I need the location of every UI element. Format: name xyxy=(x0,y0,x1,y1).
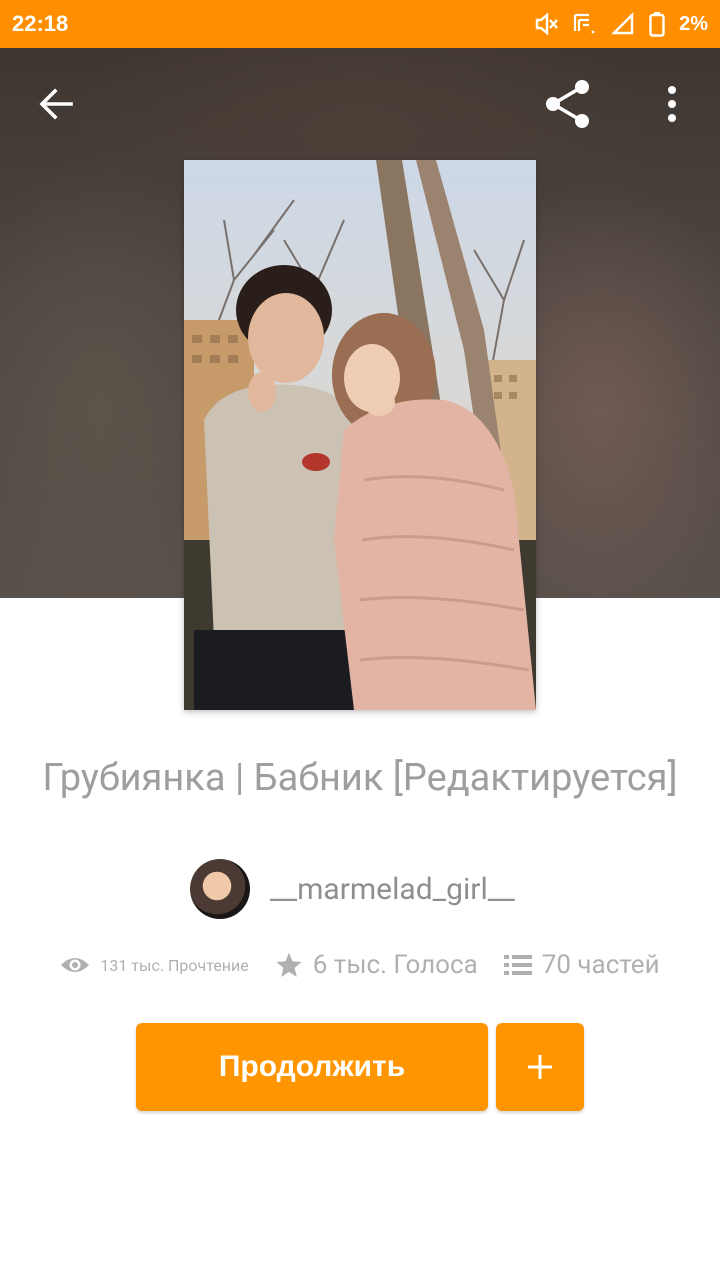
story-title: Грубиянка | Бабник [Редактируется] xyxy=(42,756,678,800)
more-vert-icon xyxy=(668,86,676,122)
author-avatar[interactable] xyxy=(190,859,250,919)
battery-icon xyxy=(649,11,665,37)
votes-count: 6 тыс. Голоса xyxy=(312,950,478,980)
add-to-library-button[interactable] xyxy=(496,1023,584,1111)
back-arrow-icon xyxy=(39,88,73,120)
reads-stat: 131 тыс. Прочтение xyxy=(60,955,249,975)
signal-4g-icon xyxy=(573,12,597,36)
reads-count: 131 тыс. Прочтение xyxy=(100,955,249,975)
more-options-button[interactable] xyxy=(644,76,700,132)
story-cover-image[interactable] xyxy=(184,160,536,710)
eye-icon xyxy=(61,958,90,972)
share-button[interactable] xyxy=(540,76,596,132)
battery-level: 2% xyxy=(679,12,708,35)
story-stats: 131 тыс. Прочтение 6 тыс. Голоса 70 част… xyxy=(0,950,720,980)
star-icon xyxy=(276,952,302,977)
back-button[interactable] xyxy=(28,76,84,132)
status-bar: 22:18 2% xyxy=(0,0,720,48)
author-name[interactable]: __marmelad_girl__ xyxy=(270,872,515,907)
mute-icon xyxy=(535,13,559,35)
status-time: 22:18 xyxy=(12,11,69,36)
continue-reading-button[interactable]: Продолжить xyxy=(136,1023,488,1111)
votes-stat: 6 тыс. Голоса xyxy=(275,950,478,980)
list-icon xyxy=(503,955,532,975)
status-icons: 2% xyxy=(535,11,708,37)
story-details-screen: 22:18 2% Грубиянка | Бабник [Редактирует… xyxy=(0,0,720,1280)
author-link[interactable]: __marmelad_girl__ xyxy=(190,858,515,920)
parts-stat: 70 частей xyxy=(503,950,660,980)
cell-signal-icon xyxy=(611,12,635,36)
parts-count: 70 частей xyxy=(541,950,660,980)
plus-icon xyxy=(528,1055,552,1079)
share-icon xyxy=(546,80,589,128)
